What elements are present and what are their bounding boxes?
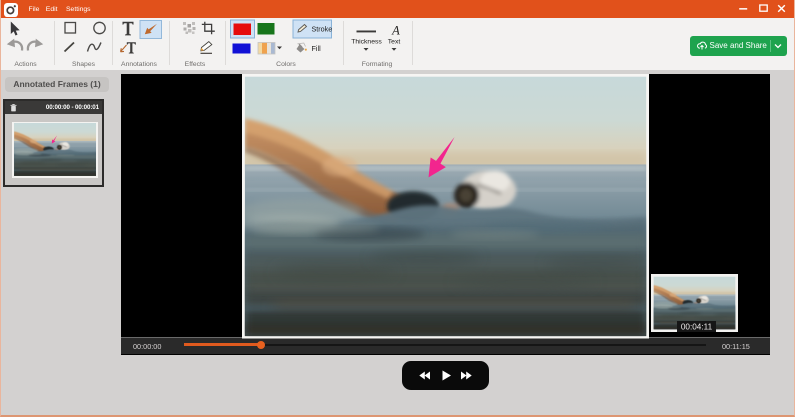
svg-text:Fill: Fill	[312, 44, 322, 53]
svg-text:A: A	[391, 24, 400, 38]
svg-text:Thickness: Thickness	[351, 38, 382, 45]
svg-text:00:04:11: 00:04:11	[681, 322, 713, 331]
svg-text:Stroke: Stroke	[312, 25, 333, 34]
svg-text:Text: Text	[388, 38, 401, 45]
